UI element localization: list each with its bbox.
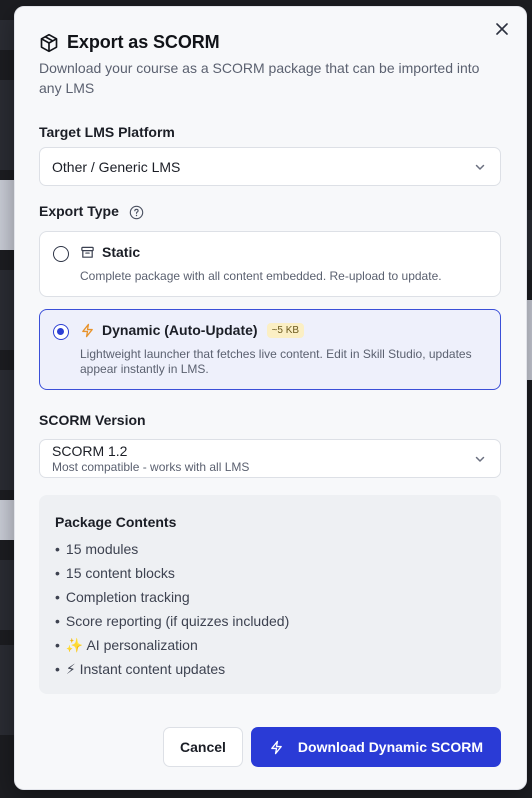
list-item: • 15 content blocks: [55, 565, 175, 581]
size-badge: ~5 KB: [266, 322, 305, 338]
archive-icon: [81, 246, 94, 258]
lightning-icon: [82, 323, 93, 337]
scorm-version-value: SCORM 1.2: [52, 443, 128, 459]
export-scorm-dialog: Export as SCORM Download your course as …: [14, 6, 527, 790]
backdrop-fragment: [0, 500, 14, 540]
dynamic-option-title: Dynamic (Auto-Update): [102, 322, 258, 338]
list-item: • Completion tracking: [55, 589, 190, 605]
static-option-description: Complete package with all content embedd…: [80, 269, 442, 283]
target-lms-select[interactable]: Other / Generic LMS: [39, 147, 501, 186]
backdrop-fragment: [0, 180, 14, 250]
lightning-icon: [271, 740, 282, 754]
download-scorm-button[interactable]: Download Dynamic SCORM: [251, 727, 501, 767]
dialog-subtitle: Download your course as a SCORM package …: [39, 60, 480, 96]
close-icon: [496, 23, 508, 35]
list-item-text: Completion tracking: [65, 589, 190, 605]
help-icon[interactable]: [129, 205, 144, 220]
download-button-label: Download Dynamic SCORM: [297, 739, 484, 755]
backdrop-fragment: [0, 270, 14, 350]
static-radio[interactable]: [53, 246, 69, 262]
package-contents-title: Package Contents: [55, 514, 177, 530]
list-item-text: ✨ AI personalization: [65, 637, 198, 653]
backdrop-fragment: [0, 645, 14, 735]
list-item: • ⚡ Instant content updates: [55, 661, 226, 677]
list-item: • ✨ AI personalization: [55, 637, 198, 653]
static-option-title: Static: [102, 244, 141, 260]
list-item-text: ⚡ Instant content updates: [65, 661, 226, 677]
dialog-header: Export as SCORM: [39, 32, 220, 53]
list-item: • Score reporting (if quizzes included): [55, 613, 290, 629]
chevron-down-icon: [475, 456, 485, 462]
scorm-version-label: SCORM Version: [39, 412, 146, 428]
question-circle-icon: [129, 205, 144, 220]
backdrop-fragment: [0, 80, 14, 170]
backdrop-fragment: [0, 20, 14, 50]
scorm-version-hint: Most compatible - works with all LMS: [52, 460, 250, 474]
list-item-text: Score reporting (if quizzes included): [65, 613, 290, 629]
export-option-dynamic[interactable]: Dynamic (Auto-Update) ~5 KB Lightweight …: [39, 309, 501, 390]
list-item-text: 15 modules: [65, 541, 139, 557]
package-contents-list: • 15 modules • 15 content blocks • Completi…: [55, 540, 289, 684]
export-option-static[interactable]: Static Complete package with all content…: [39, 231, 501, 297]
package-contents-panel: Package Contents • 15 modules • 15 content…: [39, 495, 501, 694]
static-option-header: Static: [80, 244, 140, 260]
package-icon: [40, 33, 58, 52]
close-button[interactable]: [492, 19, 512, 39]
chevron-down-icon: [475, 164, 485, 170]
dialog-title: Export as SCORM: [67, 32, 220, 52]
list-item-text: 15 content blocks: [65, 565, 175, 581]
dynamic-option-header: Dynamic (Auto-Update) ~5 KB: [80, 322, 305, 338]
export-type-label: Export Type: [39, 203, 144, 220]
target-lms-value: Other / Generic LMS: [52, 158, 181, 175]
dynamic-radio[interactable]: [53, 324, 69, 340]
scorm-version-select[interactable]: SCORM 1.2 Most compatible - works with a…: [39, 439, 501, 478]
list-item: • 15 modules: [55, 541, 139, 557]
export-type-label-text: Export Type: [39, 203, 119, 219]
target-lms-label: Target LMS Platform: [39, 124, 175, 140]
backdrop-fragment: [0, 560, 14, 630]
dynamic-option-description: Lightweight launcher that fetches live c…: [80, 347, 472, 376]
cancel-button[interactable]: Cancel: [163, 727, 243, 767]
backdrop-fragment: [0, 370, 14, 490]
